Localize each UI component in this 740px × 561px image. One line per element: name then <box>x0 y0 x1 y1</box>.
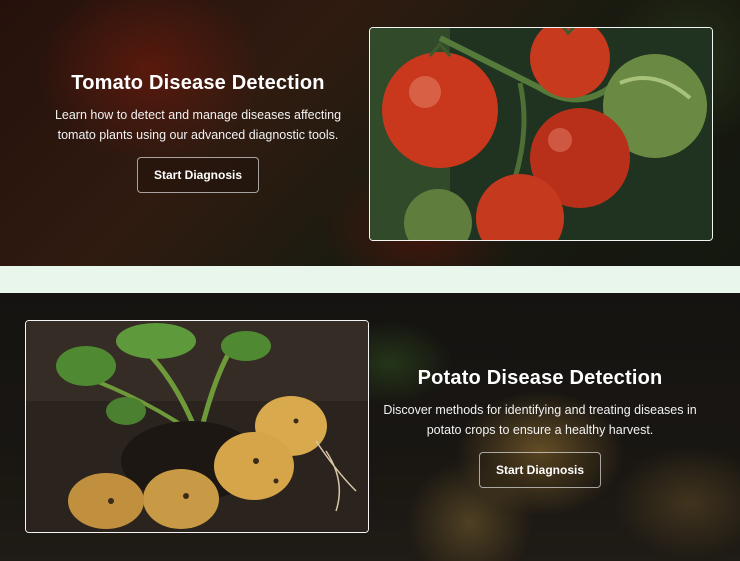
tomato-title: Tomato Disease Detection <box>71 72 325 94</box>
tomato-section: Tomato Disease Detection Learn how to de… <box>0 0 740 266</box>
tomato-start-diagnosis-button[interactable]: Start Diagnosis <box>136 157 260 193</box>
tomato-content: Tomato Disease Detection Learn how to de… <box>44 72 352 193</box>
potato-image <box>25 320 369 533</box>
tomato-illustration <box>370 28 712 240</box>
potato-content: Potato Disease Detection Discover method… <box>382 367 698 488</box>
tomato-image <box>369 27 713 241</box>
section-separator <box>0 266 740 293</box>
potato-description: Discover methods for identifying and tre… <box>383 403 697 437</box>
potato-section: Potato Disease Detection Discover method… <box>0 293 740 561</box>
potato-start-diagnosis-button[interactable]: Start Diagnosis <box>478 452 602 488</box>
potato-title: Potato Disease Detection <box>417 367 663 389</box>
potato-illustration <box>26 321 368 532</box>
tomato-description: Learn how to detect and manage diseases … <box>54 108 342 142</box>
